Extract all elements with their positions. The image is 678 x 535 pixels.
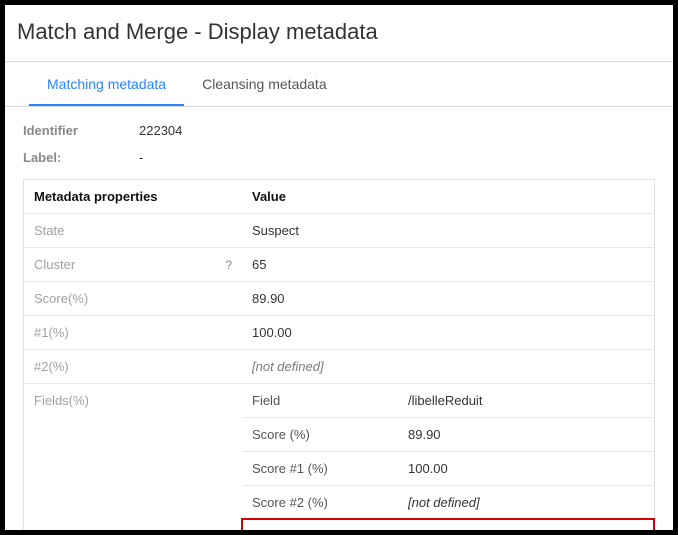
prop-value: 65 <box>242 248 654 281</box>
prop-key: Cluster ? <box>24 248 242 281</box>
table-row: Cluster ? 65 <box>24 247 654 281</box>
prop-key: State <box>24 214 242 247</box>
table-row: Score(%) 89.90 <box>24 281 654 315</box>
sub-key: Score #2 (%) <box>242 486 398 519</box>
sub-value: 100.00 <box>398 452 654 485</box>
sub-key: Field <box>242 384 398 417</box>
content: Identifier 222304 Label: - Metadata prop… <box>5 107 673 535</box>
sub-value: [not defined] <box>398 486 654 519</box>
tabs: Matching metadata Cleansing metadata <box>5 62 673 107</box>
prop-key: Score(%) <box>24 282 242 315</box>
table-header: Metadata properties Value <box>24 180 654 213</box>
fields-row: Fields(%) Field /libelleReduit Score (%)… <box>24 383 654 535</box>
tab-matching-metadata[interactable]: Matching metadata <box>29 62 184 106</box>
identifier-row: Identifier 222304 <box>23 117 655 144</box>
prop-key: #2(%) <box>24 350 242 383</box>
identifier-value: 222304 <box>139 123 182 138</box>
identifier-label: Identifier <box>23 123 139 138</box>
sub-row: Score #2 (%) [not defined] <box>242 485 654 519</box>
sub-key: Score #1 (%) <box>242 452 398 485</box>
label-label: Label: <box>23 150 139 165</box>
prop-value: Suspect <box>242 214 654 247</box>
sub-value: /libelleReduit <box>398 384 654 417</box>
label-row: Label: - <box>23 144 655 171</box>
prop-value: 89.90 <box>242 282 654 315</box>
metadata-properties-table: Metadata properties Value State Suspect … <box>23 179 655 535</box>
sub-key: Score (%) <box>242 418 398 451</box>
header-value: Value <box>242 180 654 213</box>
sub-value: /typeArticle <box>399 520 653 535</box>
fields-label: Fields(%) <box>24 384 242 535</box>
page-title: Match and Merge - Display metadata <box>5 5 673 55</box>
sub-row: Score (%) 89.90 <box>242 417 654 451</box>
label-value: - <box>139 150 143 165</box>
sub-row: Score #1 (%) 100.00 <box>242 451 654 485</box>
sub-row: Surrogate field /typeArticle <box>243 520 653 535</box>
surrogate-highlight: Surrogate field /typeArticle Surrogate s… <box>241 518 655 535</box>
table-row: State Suspect <box>24 213 654 247</box>
prop-key: #1(%) <box>24 316 242 349</box>
sub-key: Surrogate field <box>243 520 399 535</box>
prop-value: [not defined] <box>242 350 654 383</box>
table-row: #1(%) 100.00 <box>24 315 654 349</box>
table-row: #2(%) [not defined] <box>24 349 654 383</box>
header-properties: Metadata properties <box>24 180 242 213</box>
help-icon[interactable]: ? <box>225 258 232 272</box>
sub-value: 89.90 <box>398 418 654 451</box>
prop-value: 100.00 <box>242 316 654 349</box>
sub-row: Field /libelleReduit <box>242 384 654 417</box>
tab-cleansing-metadata[interactable]: Cleansing metadata <box>184 62 345 106</box>
fields-subtable: Field /libelleReduit Score (%) 89.90 Sco… <box>242 384 654 535</box>
